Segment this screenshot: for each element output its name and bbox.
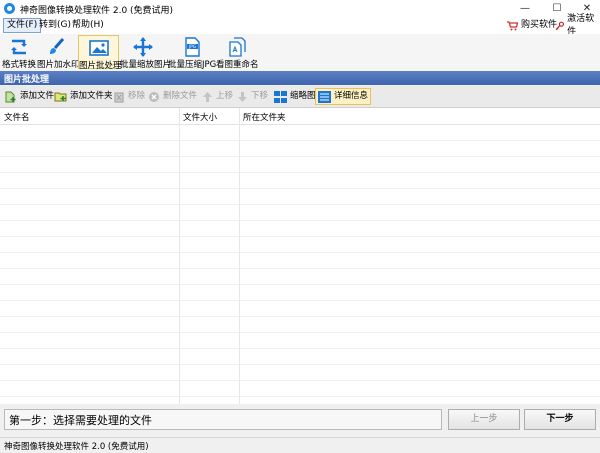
grid-row-line — [0, 316, 600, 317]
move-down-label: 下移 — [251, 91, 269, 101]
details-view-label: 详细信息 — [334, 91, 369, 101]
menu-help[interactable]: 帮助(H) — [69, 19, 107, 32]
column-divider — [179, 108, 180, 404]
app-logo-icon — [4, 3, 15, 14]
details-list-icon — [318, 90, 331, 103]
move-arrows-icon — [133, 37, 153, 57]
buy-software-label: 购买软件 — [521, 20, 558, 30]
add-file-button[interactable]: 添加文件 — [4, 89, 54, 104]
thumbnail-view-label: 缩略图 — [290, 91, 316, 101]
menu-bar: 文件(F) 转到(G) 帮助(H) 购买软件 激活软件 — [0, 14, 600, 37]
status-text: 神奇图像转换处理软件 2.0 (免费试用) — [4, 442, 149, 452]
main-toolbar: 格式转换 图片加水印 图片批处理 批量缩放图片 JPG 批量压缩JPG 看图重命… — [0, 34, 600, 72]
remove-label: 移除 — [128, 91, 146, 101]
tool-label: 图片加水印 — [37, 60, 80, 70]
grid-row-line — [0, 364, 600, 365]
arrow-down-icon — [238, 91, 247, 102]
grid-row-line — [0, 332, 600, 333]
activate-software-link[interactable]: 激活软件 — [555, 14, 600, 37]
section-title: 图片批处理 — [4, 75, 50, 85]
file-list-header: 文件名 文件大小 所在文件夹 — [0, 108, 600, 125]
grid-row-line — [0, 396, 600, 397]
tool-batch-resize[interactable]: 批量缩放图片 — [120, 35, 172, 70]
tool-view-rename[interactable]: 看图重命名 — [216, 35, 259, 70]
status-bar: 神奇图像转换处理软件 2.0 (免费试用) — [0, 437, 600, 453]
tool-label: 格式转换 — [2, 60, 37, 70]
brush-icon — [50, 38, 65, 54]
tool-batch-compress[interactable]: JPG 批量压缩JPG — [168, 35, 217, 70]
add-folder-label: 添加文件夹 — [70, 91, 113, 101]
title-bar: 神奇图像转换处理软件 2.0 (免费试用) — ☐ ✕ — [0, 0, 600, 17]
image-icon — [88, 40, 109, 56]
grid-row-line — [0, 348, 600, 349]
arrow-up-icon — [203, 91, 212, 102]
tool-batch-process[interactable]: 图片批处理 — [78, 35, 122, 71]
svg-text:JPG: JPG — [187, 44, 195, 49]
minimize-button[interactable]: — — [510, 0, 540, 17]
remove-icon — [114, 92, 124, 102]
add-file-icon — [5, 91, 16, 103]
rename-files-icon — [229, 37, 246, 57]
jpg-file-icon: JPG — [184, 37, 200, 57]
grid-row-line — [0, 284, 600, 285]
move-up-button[interactable]: 上移 — [202, 89, 233, 104]
window-title: 神奇图像转换处理软件 2.0 (免费试用) — [20, 6, 174, 16]
delete-circle-icon — [149, 91, 159, 102]
next-step-button[interactable]: 下一步 — [524, 409, 596, 430]
convert-arrows-icon — [11, 39, 27, 55]
details-view-button[interactable]: 详细信息 — [315, 88, 372, 105]
grid-row-line — [0, 140, 600, 141]
add-folder-icon — [54, 92, 67, 102]
delete-file-button[interactable]: 删除文件 — [148, 89, 197, 104]
delete-file-label: 删除文件 — [163, 91, 198, 101]
add-folder-button[interactable]: 添加文件夹 — [54, 89, 113, 104]
grid-row-line — [0, 300, 600, 301]
move-up-label: 上移 — [216, 91, 234, 101]
column-header-filename[interactable]: 文件名 — [4, 111, 30, 123]
grid-row-line — [0, 220, 600, 221]
grid-row-line — [0, 172, 600, 173]
step-instruction: 第一步：选择需要处理的文件 — [4, 409, 442, 430]
add-file-label: 添加文件 — [20, 91, 55, 101]
move-down-button[interactable]: 下移 — [237, 89, 268, 104]
prev-step-button[interactable]: 上一步 — [448, 409, 520, 430]
column-header-filesize[interactable]: 文件大小 — [183, 111, 217, 123]
tool-add-watermark[interactable]: 图片加水印 — [37, 35, 80, 70]
action-bar: 添加文件 添加文件夹 移除 删除文件 上移 下移 缩略图 详细信息 — [0, 86, 600, 108]
grid-row-line — [0, 188, 600, 189]
grid-row-line — [0, 252, 600, 253]
wizard-bar: 第一步：选择需要处理的文件 上一步 下一步 — [0, 404, 600, 437]
column-header-folder[interactable]: 所在文件夹 — [243, 111, 286, 123]
tool-label: 看图重命名 — [216, 60, 259, 70]
column-divider — [239, 108, 240, 404]
tool-label: 图片批处理 — [79, 61, 122, 71]
remove-button[interactable]: 移除 — [113, 89, 145, 104]
thumbnail-view-button[interactable]: 缩略图 — [274, 89, 316, 104]
thumbnail-grid-icon — [274, 90, 287, 103]
tool-label: 批量压缩JPG — [168, 60, 217, 70]
key-icon — [555, 21, 564, 30]
section-header: 图片批处理 — [0, 71, 600, 85]
grid-row-line — [0, 268, 600, 269]
grid-row-line — [0, 236, 600, 237]
buy-software-link[interactable]: 购买软件 — [507, 19, 557, 32]
grid-row-line — [0, 380, 600, 381]
grid-row-line — [0, 156, 600, 157]
cart-icon — [507, 20, 518, 30]
file-list[interactable]: 文件名 文件大小 所在文件夹 — [0, 108, 600, 404]
grid-row-line — [0, 204, 600, 205]
tool-label: 批量缩放图片 — [120, 60, 172, 70]
tool-format-convert[interactable]: 格式转换 — [2, 35, 37, 70]
